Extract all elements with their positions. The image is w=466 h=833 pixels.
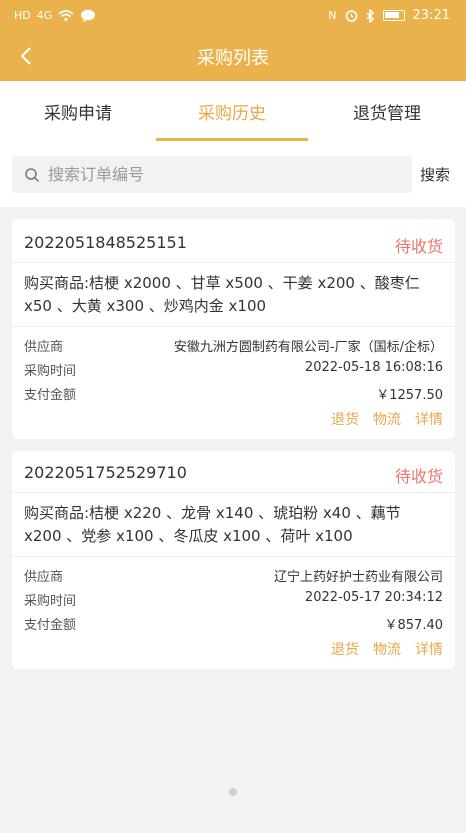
divider bbox=[12, 326, 455, 327]
order-actions: 退货 物流 详情 bbox=[331, 409, 443, 429]
tab-purchase-history[interactable]: 采购历史 bbox=[156, 81, 308, 141]
order-card[interactable]: 2022051752529710 待收货 购买商品:桔梗 x220 、龙骨 x1… bbox=[12, 451, 455, 669]
divider bbox=[12, 556, 455, 557]
time-label: 采购时间 bbox=[24, 364, 77, 379]
hd-icon: HD bbox=[14, 9, 31, 22]
status-bar: HD 4G N 23:21 bbox=[0, 0, 466, 34]
signal-icon: 4G bbox=[36, 9, 53, 22]
order-number: 2022051848525151 bbox=[24, 233, 187, 252]
amount-label: 支付金额 bbox=[24, 388, 77, 403]
tab-bar: 采购申请 采购历史 退货管理 bbox=[0, 81, 466, 141]
clock: 23:21 bbox=[412, 8, 450, 23]
logistics-button[interactable]: 物流 bbox=[373, 409, 401, 429]
alarm-icon bbox=[345, 10, 357, 22]
order-items-line: x200 、党参 x100 、冬瓜皮 x100 、荷叶 x100 bbox=[24, 527, 353, 545]
battery-icon bbox=[382, 10, 405, 21]
search-icon bbox=[25, 167, 40, 182]
order-items: 购买商品:桔梗 x2000 、甘草 x500 、干姜 x200 、酸枣仁 x50… bbox=[24, 272, 443, 318]
order-actions: 退货 物流 详情 bbox=[331, 639, 443, 659]
status-badge: 待收货 bbox=[394, 467, 443, 486]
supplier-row: 供应商 辽宁上药好护士药业有限公司 bbox=[24, 566, 443, 585]
chat-icon bbox=[81, 9, 96, 22]
bluetooth-icon bbox=[366, 8, 374, 23]
amount-value: ￥1257.50 bbox=[376, 388, 443, 403]
details-button[interactable]: 详情 bbox=[415, 639, 443, 659]
amount-label: 支付金额 bbox=[24, 618, 77, 633]
tab-purchase-request[interactable]: 采购申请 bbox=[0, 81, 156, 141]
supplier-value: 安徽九洲方圆制药有限公司-厂家（国标/企标） bbox=[173, 340, 443, 355]
wifi-icon bbox=[58, 10, 74, 22]
search-button[interactable]: 搜索 bbox=[420, 164, 450, 185]
search-section: 搜索 bbox=[0, 141, 466, 207]
time-value: 2022-05-17 20:34:12 bbox=[304, 590, 443, 605]
time-row: 采购时间 2022-05-17 20:34:12 bbox=[24, 590, 443, 609]
page-indicator-dot bbox=[229, 788, 237, 796]
amount-row: 支付金额 ￥1257.50 bbox=[24, 384, 443, 403]
time-row: 采购时间 2022-05-18 16:08:16 bbox=[24, 360, 443, 379]
order-items-line: 购买商品:桔梗 x220 、龙骨 x140 、琥珀粉 x40 、藕节 bbox=[24, 504, 401, 522]
divider bbox=[12, 492, 455, 493]
order-number: 2022051752529710 bbox=[24, 463, 187, 482]
tab-return-management[interactable]: 退货管理 bbox=[308, 81, 466, 141]
page-title: 采购列表 bbox=[197, 48, 269, 69]
nfc-icon: N bbox=[328, 8, 337, 22]
time-label: 采购时间 bbox=[24, 594, 77, 609]
return-button[interactable]: 退货 bbox=[331, 639, 359, 659]
logistics-button[interactable]: 物流 bbox=[373, 639, 401, 659]
supplier-value: 辽宁上药好护士药业有限公司 bbox=[273, 570, 443, 585]
details-button[interactable]: 详情 bbox=[415, 409, 443, 429]
supplier-label: 供应商 bbox=[24, 570, 64, 585]
search-box bbox=[12, 156, 412, 193]
top-bar: HD 4G N 23:21 采购列表 bbox=[0, 0, 466, 81]
divider bbox=[12, 262, 455, 263]
amount-row: 支付金额 ￥857.40 bbox=[24, 614, 443, 633]
amount-value: ￥857.40 bbox=[384, 618, 444, 633]
search-input[interactable] bbox=[48, 165, 388, 184]
return-button[interactable]: 退货 bbox=[331, 409, 359, 429]
status-badge: 待收货 bbox=[394, 237, 443, 256]
supplier-row: 供应商 安徽九洲方圆制药有限公司-厂家（国标/企标） bbox=[24, 336, 443, 355]
supplier-label: 供应商 bbox=[24, 340, 64, 355]
order-card[interactable]: 2022051848525151 待收货 购买商品:桔梗 x2000 、甘草 x… bbox=[12, 219, 455, 439]
order-items-line: x50 、大黄 x300 、炒鸡内金 x100 bbox=[24, 297, 267, 315]
order-items: 购买商品:桔梗 x220 、龙骨 x140 、琥珀粉 x40 、藕节 x200 … bbox=[24, 502, 443, 548]
order-items-line: 购买商品:桔梗 x2000 、甘草 x500 、干姜 x200 、酸枣仁 bbox=[24, 274, 420, 292]
time-value: 2022-05-18 16:08:16 bbox=[304, 360, 443, 375]
